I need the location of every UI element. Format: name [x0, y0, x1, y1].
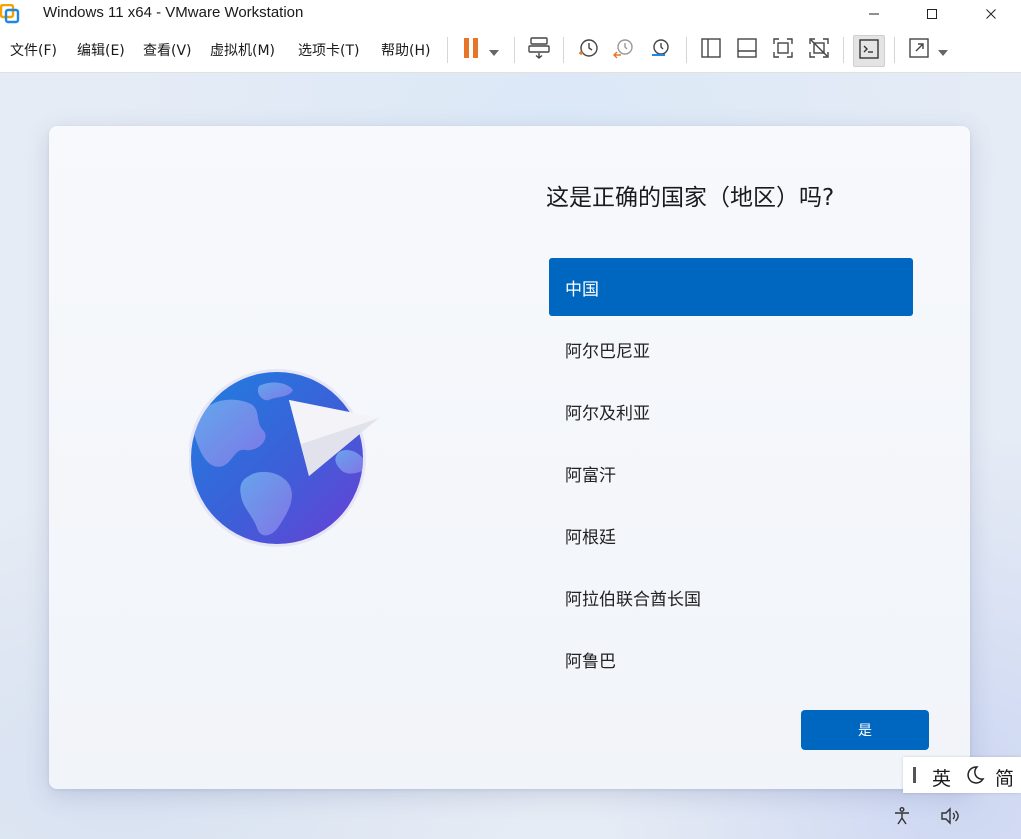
globe-paper-plane-icon	[188, 369, 389, 554]
minimize-button[interactable]	[851, 0, 897, 28]
show-library-button[interactable]	[698, 37, 724, 63]
yes-button[interactable]: 是	[801, 710, 929, 750]
vm-console[interactable]: 这是正确的国家（地区）吗? 中国 阿尔巴尼亚 阿尔及利亚 阿富汗 阿根廷 阿拉伯…	[0, 73, 1021, 839]
title-bar: Windows 11 x64 - VMware Workstation	[0, 0, 1021, 28]
full-screen-button[interactable]	[770, 37, 796, 63]
menu-file[interactable]: 文件(F)	[10, 40, 57, 60]
snapshot-manager-icon	[649, 36, 673, 64]
menu-help[interactable]: 帮助(H)	[381, 40, 430, 60]
thumbnail-bar-icon	[736, 37, 758, 63]
revert-snapshot-icon	[612, 36, 636, 64]
snapshot-icon	[576, 36, 600, 64]
toolbar-divider	[686, 37, 687, 63]
thumbnail-bar-button[interactable]	[734, 37, 760, 63]
send-ctrl-alt-del-button[interactable]	[526, 37, 552, 63]
moon-icon[interactable]	[965, 765, 985, 790]
window-title: Windows 11 x64 - VMware Workstation	[43, 4, 304, 21]
menu-view[interactable]: 查看(V)	[143, 40, 192, 60]
pause-icon	[461, 37, 481, 63]
maximize-button[interactable]	[909, 0, 955, 28]
console-view-icon	[858, 38, 880, 64]
stretch-guest-button[interactable]	[906, 37, 932, 63]
take-snapshot-button[interactable]	[575, 37, 601, 63]
country-option[interactable]: 阿鲁巴	[549, 630, 913, 688]
country-option-selected[interactable]: 中国	[549, 258, 913, 316]
stretch-dropdown-icon	[938, 41, 948, 60]
toolbar-divider	[447, 37, 448, 63]
country-option[interactable]: 阿尔及利亚	[549, 382, 913, 440]
globe-illustration	[188, 368, 389, 550]
show-library-icon	[700, 37, 722, 63]
full-screen-icon	[772, 37, 794, 63]
close-button[interactable]	[968, 0, 1014, 28]
menu-tabs[interactable]: 选项卡(T)	[298, 40, 359, 60]
country-option[interactable]: 阿富汗	[549, 444, 913, 502]
toolbar-divider	[563, 37, 564, 63]
menu-toolbar: 文件(F) 编辑(E) 查看(V) 虚拟机(M) 选项卡(T) 帮助(H)	[0, 28, 1021, 73]
ime-script-toggle[interactable]: 简	[995, 764, 1014, 791]
toolbar-divider	[843, 37, 844, 63]
country-list[interactable]: 中国 阿尔巴尼亚 阿尔及利亚 阿富汗 阿根廷 阿拉伯联合酋长国 阿鲁巴	[549, 258, 913, 692]
unity-button[interactable]	[806, 37, 832, 63]
revert-snapshot-button[interactable]	[611, 37, 637, 63]
accessibility-button[interactable]	[891, 807, 913, 829]
menu-vm[interactable]: 虚拟机(M)	[210, 40, 275, 60]
vmware-logo-icon	[0, 3, 20, 24]
accessibility-icon	[892, 806, 912, 830]
unity-icon	[808, 37, 830, 63]
volume-icon	[940, 806, 960, 830]
country-option[interactable]: 阿根廷	[549, 506, 913, 564]
snapshot-manager-button[interactable]	[648, 37, 674, 63]
stretch-guest-icon	[908, 37, 930, 63]
oobe-region-card: 这是正确的国家（地区）吗? 中国 阿尔巴尼亚 阿尔及利亚 阿富汗 阿根廷 阿拉伯…	[49, 126, 970, 789]
ime-language-toggle[interactable]: 英	[932, 764, 951, 791]
dropdown-arrow-icon	[489, 41, 499, 60]
menu-edit[interactable]: 编辑(E)	[77, 40, 125, 60]
pause-button[interactable]	[458, 37, 484, 63]
stretch-dropdown[interactable]	[933, 37, 953, 63]
minimize-icon	[868, 5, 880, 24]
power-dropdown[interactable]	[484, 37, 504, 63]
region-question-heading: 这是正确的国家（地区）吗?	[546, 185, 835, 211]
ime-drag-handle[interactable]	[913, 767, 916, 783]
volume-button[interactable]	[939, 807, 961, 829]
maximize-icon	[926, 5, 938, 24]
send-ctrl-alt-del-icon	[527, 36, 551, 64]
country-option[interactable]: 阿尔巴尼亚	[549, 320, 913, 378]
close-icon	[985, 5, 997, 24]
toolbar-divider	[514, 37, 515, 63]
toolbar-divider	[894, 37, 895, 63]
ime-toolbar: 英 简	[903, 757, 1021, 793]
console-view-button[interactable]	[853, 35, 885, 67]
country-option[interactable]: 阿拉伯联合酋长国	[549, 568, 913, 626]
